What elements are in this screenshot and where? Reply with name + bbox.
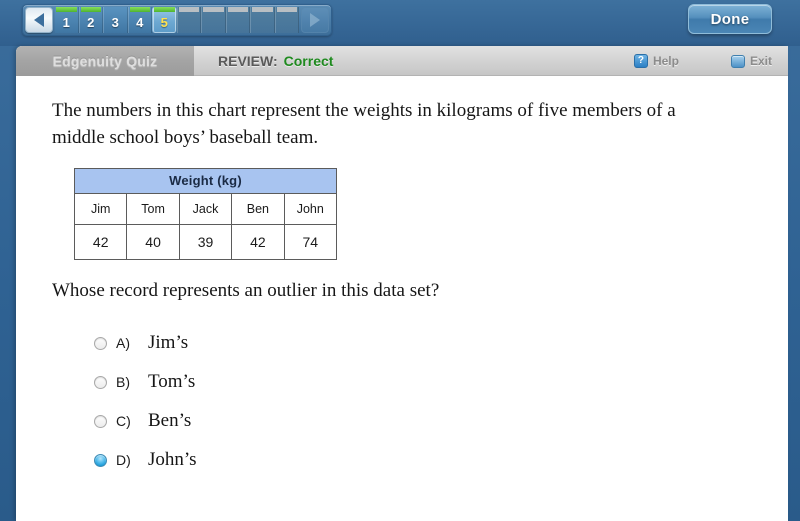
- next-question-button[interactable]: [301, 7, 329, 33]
- panel-header-bar: Edgenuity Quiz REVIEW: Correct ? Help Ex…: [16, 46, 788, 76]
- question-nav-item-label: 3: [111, 15, 119, 30]
- table-name-cell: Jack: [178, 192, 233, 225]
- triangle-left-icon: [34, 13, 44, 27]
- question-number-list: 1 2 3 4 5: [55, 7, 299, 33]
- question-nav-item-3[interactable]: 3: [103, 7, 128, 33]
- question-mark-icon: ?: [633, 54, 648, 68]
- table-title-row: Weight (kg): [74, 167, 337, 194]
- question-prompt: Whose record represents an outlier in th…: [52, 279, 440, 301]
- triangle-right-icon: [310, 13, 320, 27]
- question-nav-item-label: 5: [160, 15, 168, 30]
- header-tools: ? Help Exit: [633, 46, 772, 76]
- question-nav-item-empty[interactable]: [176, 7, 201, 33]
- app-window: 1 2 3 4 5 Done Edgenuity Quiz REVIEW: Correc…: [0, 0, 800, 521]
- weight-table-wrapper: Weight (kg) Jim Tom Jack Ben John 42 40 39 42 74: [73, 167, 752, 260]
- table-value-cell: 42: [231, 223, 285, 260]
- table-value-cell: 39: [178, 223, 233, 260]
- help-button[interactable]: ? Help: [633, 54, 679, 68]
- question-status-indicator: [154, 7, 175, 12]
- question-nav-item-empty[interactable]: [274, 7, 299, 33]
- question-status-indicator: [178, 7, 199, 12]
- review-status-badge: Correct: [283, 52, 334, 69]
- table-value-cell: 74: [283, 223, 338, 260]
- content-panel: Edgenuity Quiz REVIEW: Correct ? Help Ex…: [16, 46, 788, 521]
- brand-tab: Edgenuity Quiz: [16, 46, 194, 76]
- help-label: Help: [652, 54, 679, 68]
- answer-option-d[interactable]: D) John’s: [94, 441, 752, 480]
- question-nav-item-empty[interactable]: [201, 7, 226, 33]
- question-nav-item-label: 2: [87, 15, 95, 30]
- question-status-indicator: [276, 7, 297, 12]
- top-navigation-bar: 1 2 3 4 5 Done: [0, 0, 800, 46]
- question-status-indicator: [105, 7, 126, 12]
- question-nav-item-1[interactable]: 1: [55, 7, 79, 33]
- answer-option-letter: B): [116, 374, 130, 391]
- exit-label: Exit: [749, 54, 772, 68]
- brand-label: Edgenuity Quiz: [52, 52, 158, 69]
- done-button-label: Done: [710, 10, 750, 28]
- answer-option-text: Tom’s: [148, 371, 196, 393]
- question-navigation-strip: 1 2 3 4 5: [22, 4, 332, 36]
- answer-option-letter: C): [116, 413, 131, 430]
- table-value-cell: 42: [73, 223, 128, 260]
- answer-option-text: Ben’s: [148, 410, 192, 432]
- radio-button-icon[interactable]: [94, 375, 107, 389]
- answer-option-text: Jim’s: [148, 332, 189, 354]
- question-nav-item-empty[interactable]: [250, 7, 275, 33]
- table-value-cell: 40: [126, 223, 180, 260]
- radio-button-icon[interactable]: [94, 453, 107, 467]
- question-status-indicator: [227, 7, 248, 12]
- radio-button-icon[interactable]: [94, 414, 107, 428]
- weight-data-table: Weight (kg) Jim Tom Jack Ben John 42 40 39 42 74: [73, 167, 338, 260]
- question-body: The numbers in this chart represent the …: [16, 76, 788, 520]
- question-nav-item-label: 4: [136, 15, 144, 30]
- answer-option-letter: A): [116, 335, 130, 352]
- table-name-cell: Jim: [73, 192, 128, 225]
- table-name-cell: Tom: [126, 192, 180, 225]
- table-name-cell: John: [283, 192, 338, 225]
- done-button[interactable]: Done: [688, 4, 772, 34]
- question-nav-item-empty[interactable]: [225, 7, 250, 33]
- table-name-cell: Ben: [231, 192, 285, 225]
- question-status-indicator: [80, 7, 101, 12]
- table-row-names: Jim Tom Jack Ben John: [73, 192, 338, 225]
- answer-option-c[interactable]: C) Ben’s: [94, 402, 752, 441]
- question-nav-item-5[interactable]: 5: [152, 7, 177, 33]
- radio-button-icon[interactable]: [94, 336, 107, 350]
- question-nav-item-2[interactable]: 2: [78, 7, 103, 33]
- question-status-indicator: [129, 7, 150, 12]
- door-icon: [730, 54, 745, 68]
- exit-button[interactable]: Exit: [730, 54, 772, 68]
- answer-options-list: A) Jim’s B) Tom’s C) Ben’s D) John’s: [94, 324, 752, 480]
- question-nav-item-label: 1: [62, 15, 70, 30]
- table-row-values: 42 40 39 42 74: [73, 223, 338, 260]
- previous-question-button[interactable]: [25, 7, 53, 33]
- answer-option-text: John’s: [148, 449, 197, 471]
- question-status-indicator: [252, 7, 273, 12]
- answer-option-letter: D): [116, 452, 131, 469]
- answer-option-a[interactable]: A) Jim’s: [94, 324, 752, 363]
- question-status-indicator: [56, 7, 77, 12]
- question-nav-item-4[interactable]: 4: [127, 7, 152, 33]
- review-label: REVIEW:: [218, 52, 278, 69]
- answer-option-b[interactable]: B) Tom’s: [94, 363, 752, 402]
- table-title-cell: Weight (kg): [74, 167, 337, 194]
- question-status-indicator: [203, 7, 224, 12]
- question-stem: The numbers in this chart represent the …: [52, 100, 676, 148]
